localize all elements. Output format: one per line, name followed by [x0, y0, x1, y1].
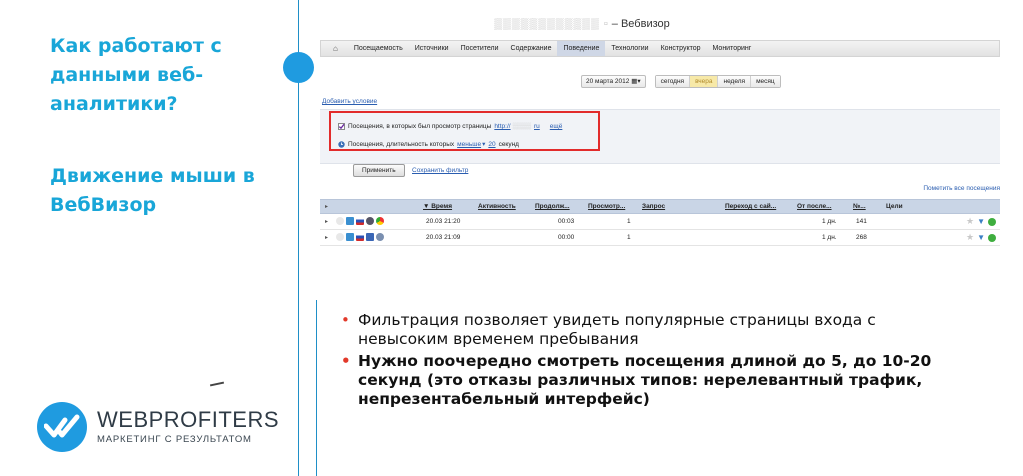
expand-all-icon[interactable]: ▸: [325, 203, 328, 210]
col-views[interactable]: Просмотр...: [588, 203, 625, 210]
browser-icon: [376, 233, 384, 241]
cell-number: 141: [856, 218, 867, 225]
timeline-marker: [283, 52, 314, 83]
logo-name: WEBPROFITERS: [97, 407, 280, 432]
highlight-box: [329, 111, 600, 151]
webvisor-screenshot: ▒▒▒▒▒▒▒▒▒▒▒▒ ▫ – Вебвизор ⌂ Посещаемость…: [320, 18, 1000, 268]
os-icon: [346, 217, 354, 225]
col-number[interactable]: №...: [853, 203, 866, 210]
date-picker-button[interactable]: 20 марта 2012 ▦▾: [581, 75, 646, 88]
row-actions: ★ ▼: [966, 233, 996, 242]
table-header: ▸ ▼ Время Активность Продолж... Просмотр…: [320, 199, 1000, 214]
flag-ru-icon: [356, 233, 364, 241]
nav-sources[interactable]: Источники: [409, 41, 455, 56]
blurred-site-name: ▒▒▒▒▒▒▒▒▒▒▒▒ ▫: [494, 18, 609, 30]
filter-icon[interactable]: ▼: [977, 217, 985, 226]
cell-duration: 00:00: [558, 234, 575, 241]
calendar-icon: ▦▾: [631, 78, 641, 85]
nav-constructor[interactable]: Конструктор: [655, 41, 707, 56]
star-icon[interactable]: ★: [966, 233, 974, 242]
cell-views: 1: [627, 218, 631, 225]
nav-behavior[interactable]: Поведение: [557, 41, 606, 56]
cell-time: 20.03 21:20: [426, 218, 461, 225]
visitor-icons: [336, 233, 384, 241]
star-icon[interactable]: ★: [966, 217, 974, 226]
add-condition-link[interactable]: Добавить условие: [322, 98, 377, 105]
cell-number: 268: [856, 234, 867, 241]
table-row[interactable]: ▸ 20.03 21:20 00:03 1 1 дн. 141 ★ ▼: [320, 214, 1000, 230]
col-duration[interactable]: Продолж...: [535, 203, 570, 210]
play-icon[interactable]: [336, 217, 344, 225]
expand-row-icon[interactable]: ▸: [325, 234, 328, 241]
period-buttons: сегодня вчера неделя месяц: [654, 75, 781, 88]
screenshot-title: ▒▒▒▒▒▒▒▒▒▒▒▒ ▫ – Вебвизор: [432, 18, 732, 30]
visitor-icons: [336, 217, 384, 225]
period-yesterday[interactable]: вчера: [690, 76, 719, 87]
screenshot-title-text: – Вебвизор: [611, 18, 670, 30]
nav-technology[interactable]: Технологии: [605, 41, 654, 56]
home-icon[interactable]: ⌂: [321, 44, 348, 53]
mark-all-visits-link[interactable]: Пометить все посещения: [923, 185, 1000, 192]
device-icon: [366, 217, 374, 225]
play-icon[interactable]: [336, 233, 344, 241]
bullet-list: Фильтрация позволяет увидеть популярные …: [341, 311, 961, 412]
date-selector: 20 марта 2012 ▦▾ сегодня вчера неделя ме…: [581, 75, 781, 88]
col-activity[interactable]: Активность: [478, 203, 516, 210]
nav-attendance[interactable]: Посещаемость: [348, 41, 409, 56]
cell-time: 20.03 21:09: [426, 234, 461, 241]
col-referrer[interactable]: Переход с сай...: [725, 203, 776, 210]
slide-heading-2: Движение мыши в ВебВизор: [50, 165, 255, 216]
col-since-last[interactable]: От после...: [797, 203, 832, 210]
decorative-dash: [209, 381, 225, 387]
cell-since-last: 1 дн.: [822, 234, 837, 241]
logo-check-icon: [37, 402, 87, 452]
col-query[interactable]: Запрос: [642, 203, 665, 210]
period-today[interactable]: сегодня: [655, 76, 691, 87]
table-row[interactable]: ▸ 20.03 21:09 00:00 1 1 дн. 268 ★ ▼: [320, 230, 1000, 246]
col-goals: Цели: [886, 203, 903, 210]
device-icon: [366, 233, 374, 241]
period-month[interactable]: месяц: [751, 76, 780, 87]
nav-visitors[interactable]: Посетители: [455, 41, 505, 56]
col-time[interactable]: ▼ Время: [423, 203, 452, 210]
webprofiters-logo: WEBPROFITERS МАРКЕТИНГ С РЕЗУЛЬТАТОМ: [37, 402, 279, 452]
slide-heading-1: Как работают с данными веб-аналитики?: [50, 35, 222, 115]
metrika-nav: ⌂ Посещаемость Источники Посетители Соде…: [320, 40, 1000, 57]
flag-ru-icon: [356, 217, 364, 225]
timeline-line-lower: [316, 300, 317, 476]
cell-views: 1: [627, 234, 631, 241]
logo-tagline: МАРКЕТИНГ С РЕЗУЛЬТАТОМ: [97, 434, 252, 445]
os-icon: [346, 233, 354, 241]
filter-icon[interactable]: ▼: [977, 233, 985, 242]
apply-button[interactable]: Применить: [353, 164, 405, 177]
bullet-item: Нужно поочередно смотреть посещения длин…: [341, 352, 961, 409]
expand-row-icon[interactable]: ▸: [325, 218, 328, 225]
chrome-icon: [376, 217, 384, 225]
nav-monitoring[interactable]: Мониторинг: [707, 41, 758, 56]
goal-icon[interactable]: [988, 218, 996, 226]
cell-duration: 00:03: [558, 218, 575, 225]
cell-since-last: 1 дн.: [822, 218, 837, 225]
visits-table: ▸ ▼ Время Активность Продолж... Просмотр…: [320, 199, 1000, 246]
period-week[interactable]: неделя: [718, 76, 752, 87]
date-value: 20 марта 2012: [586, 78, 630, 85]
bullet-item: Фильтрация позволяет увидеть популярные …: [341, 311, 961, 349]
save-filter-link[interactable]: Сохранить фильтр: [412, 167, 468, 174]
row-actions: ★ ▼: [966, 217, 996, 226]
nav-content[interactable]: Содержание: [505, 41, 558, 56]
goal-icon[interactable]: [988, 234, 996, 242]
